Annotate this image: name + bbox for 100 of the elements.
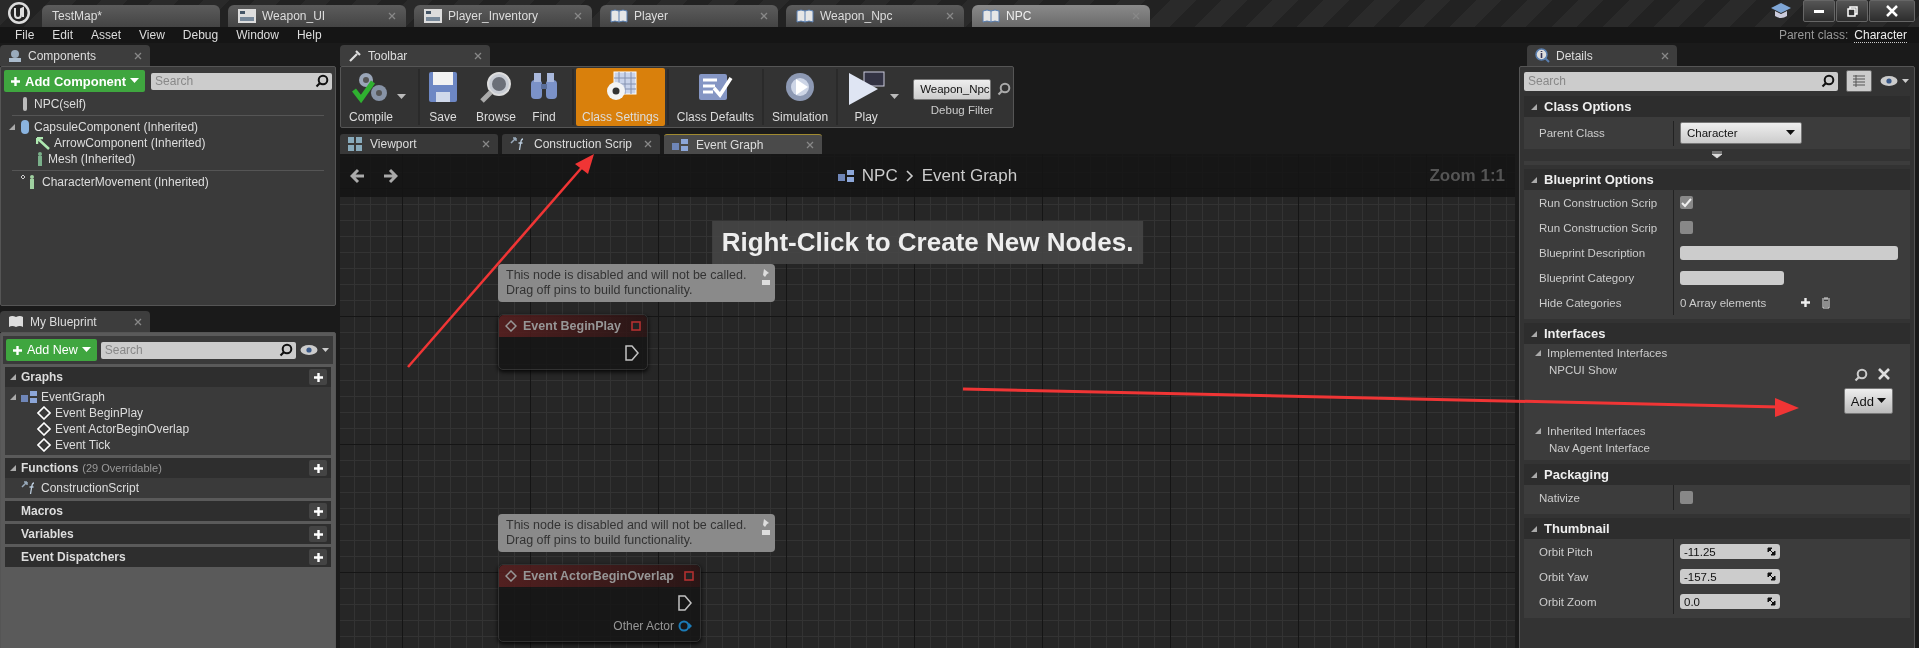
close-icon[interactable] (482, 140, 490, 148)
section-header[interactable]: Graphs (5, 367, 331, 387)
section-header[interactable]: Variables (5, 524, 331, 544)
toolbar-button[interactable]: Browse (470, 68, 523, 126)
restore-button[interactable] (1836, 0, 1868, 22)
tree-item[interactable]: Mesh (Inherited) (48, 152, 136, 166)
tree-item[interactable]: Event Tick (55, 438, 111, 452)
add-button[interactable] (309, 460, 327, 476)
back-arrow-icon[interactable] (350, 167, 366, 184)
eye-icon[interactable] (300, 344, 330, 356)
eye-icon[interactable] (1880, 75, 1910, 87)
menu-item[interactable]: Edit (43, 28, 83, 42)
document-tab[interactable]: NPC (972, 5, 1150, 27)
checkbox[interactable] (1680, 196, 1693, 209)
graph-canvas[interactable] (340, 154, 1515, 648)
parent-class-dropdown[interactable]: Character (1680, 122, 1802, 144)
breadcrumb-item[interactable]: Event Graph (921, 165, 1018, 186)
document-tab[interactable]: Weapon_UI (228, 5, 406, 27)
expander-icon[interactable] (1530, 470, 1538, 479)
document-tab[interactable]: TestMap* (42, 5, 220, 27)
section-header[interactable]: Class Options (1524, 96, 1910, 117)
menu-item[interactable]: Debug (173, 28, 228, 42)
checkbox[interactable] (1680, 221, 1693, 234)
graph-tab[interactable]: Viewport (340, 134, 498, 154)
close-button[interactable] (1869, 0, 1915, 22)
close-icon[interactable] (946, 12, 954, 20)
add-interface-button[interactable]: Add (1843, 388, 1893, 414)
minimize-button[interactable] (1803, 0, 1835, 22)
add-button[interactable] (309, 369, 327, 385)
number-field[interactable]: -157.5 (1680, 569, 1780, 584)
add-button[interactable] (309, 549, 327, 565)
menu-item[interactable]: Help (287, 28, 331, 42)
section-header[interactable]: Packaging (1524, 464, 1910, 485)
section-header[interactable]: Interfaces (1524, 323, 1910, 344)
section-header[interactable]: Macros (5, 501, 331, 521)
close-icon[interactable] (806, 140, 814, 149)
expander-icon[interactable] (1534, 427, 1542, 435)
expander-icon[interactable] (9, 464, 17, 472)
document-tab[interactable]: Weapon_Npc (786, 5, 964, 27)
close-icon[interactable] (134, 51, 142, 60)
menu-item[interactable]: Asset (82, 28, 131, 42)
toolbar-button[interactable]: Play (840, 68, 910, 126)
expander-icon[interactable] (9, 373, 17, 381)
search-field[interactable]: Search (1524, 71, 1838, 91)
close-icon[interactable] (644, 140, 652, 148)
panel-tab[interactable]: My Blueprint (0, 311, 150, 332)
tree-item[interactable]: Event BeginPlay (55, 406, 144, 420)
search-icon[interactable] (315, 74, 329, 88)
parent-class-link[interactable]: Character (1854, 27, 1907, 43)
close-icon[interactable] (474, 51, 482, 60)
menu-item[interactable]: View (130, 28, 174, 42)
panel-tab[interactable]: Toolbar (340, 45, 490, 66)
checkbox[interactable] (1680, 491, 1693, 504)
plus-icon[interactable] (1800, 297, 1812, 308)
document-tab[interactable]: Player_Inventory (414, 5, 592, 27)
tree-item[interactable]: Event ActorBeginOverlap (55, 422, 190, 436)
tree-item[interactable]: NPC(self) (34, 97, 86, 111)
text-field[interactable] (1680, 270, 1784, 285)
expander-icon[interactable] (1530, 329, 1538, 338)
breadcrumb-item[interactable]: NPC (861, 165, 898, 186)
expander-icon[interactable] (1530, 102, 1538, 111)
number-field[interactable]: -11.25 (1680, 544, 1780, 559)
menu-item[interactable]: File (6, 28, 44, 42)
section-header[interactable]: Blueprint Options (1524, 169, 1910, 190)
toolbar-button[interactable]: Find (522, 68, 571, 126)
tree-item[interactable]: ArrowComponent (Inherited) (54, 136, 206, 150)
expander-icon[interactable] (8, 123, 16, 131)
close-icon[interactable] (388, 12, 396, 20)
tree-item[interactable]: CapsuleComponent (Inherited) (34, 120, 199, 134)
close-icon[interactable] (1661, 51, 1669, 60)
panel-tab[interactable]: Components (0, 45, 150, 66)
expand-advanced-icon[interactable] (1711, 151, 1723, 159)
toolbar-button[interactable]: Save (422, 68, 470, 126)
close-icon[interactable] (574, 12, 582, 20)
expander-icon[interactable] (1534, 349, 1542, 357)
panel-tab[interactable]: Details (1527, 45, 1677, 66)
view-options-button[interactable] (1846, 70, 1872, 92)
tree-item[interactable]: CharacterMovement (Inherited) (42, 175, 209, 189)
search-field[interactable]: Search (100, 341, 296, 359)
search-icon[interactable] (279, 343, 293, 357)
remove-icon[interactable] (1878, 368, 1890, 380)
add-button[interactable] (309, 503, 327, 519)
search-icon[interactable] (1821, 74, 1835, 88)
toolbar-button[interactable]: Simulation (766, 68, 835, 126)
text-field[interactable] (1680, 245, 1898, 260)
number-field[interactable]: 0.0 (1680, 594, 1780, 609)
section-header[interactable]: Event Dispatchers (5, 547, 331, 567)
expander-icon[interactable] (1530, 524, 1538, 533)
toolbar-button[interactable]: Class Defaults (670, 68, 761, 126)
graph-tab[interactable]: Construction Scrip (502, 134, 660, 154)
expander-icon[interactable] (9, 393, 17, 401)
forward-arrow-icon[interactable] (382, 167, 398, 184)
menu-item[interactable]: Window (227, 28, 288, 42)
debug-filter-dropdown[interactable]: Weapon_Npc (913, 78, 992, 100)
expander-icon[interactable] (1530, 175, 1538, 184)
toolbar-button[interactable]: Compile (343, 68, 416, 126)
trash-icon[interactable] (1821, 296, 1832, 309)
close-icon[interactable] (134, 317, 142, 326)
section-header[interactable]: Functions (29 Overridable) (5, 458, 331, 478)
section-header[interactable]: Thumbnail (1524, 518, 1910, 539)
